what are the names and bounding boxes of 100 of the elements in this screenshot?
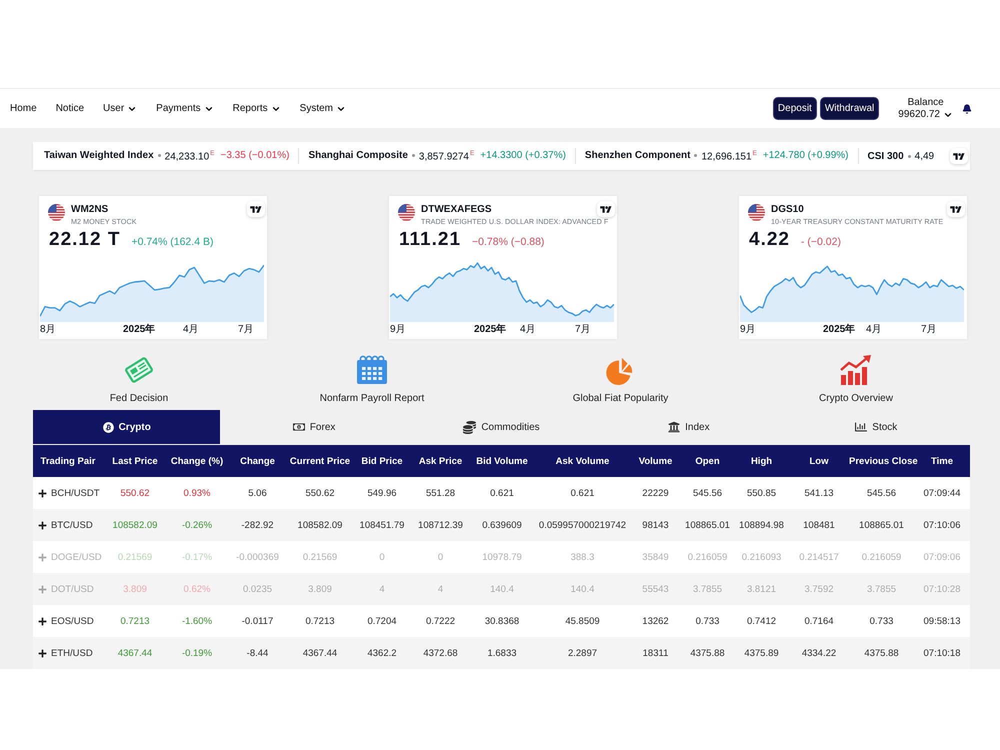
balance-dropdown[interactable]: 99620.72 xyxy=(898,109,953,120)
table-cell: 3.7855 xyxy=(849,573,914,605)
logo-icon[interactable] xyxy=(947,201,965,217)
pair-name[interactable]: ETH/USD xyxy=(51,648,93,658)
plus-icon[interactable] xyxy=(38,520,47,530)
index-change: +124.780 (+0.99%) xyxy=(762,150,849,162)
market-tab[interactable]: Stock xyxy=(782,410,970,444)
axis-label: 7月 xyxy=(238,324,254,336)
banknote-icon xyxy=(292,421,305,433)
nav-link[interactable]: System xyxy=(300,103,346,114)
axis-label: 8月 xyxy=(40,324,56,336)
table-cell: 0.7222 xyxy=(412,605,469,637)
plus-icon[interactable] xyxy=(38,648,47,658)
table-cell: -1.60% xyxy=(167,605,227,637)
index-change: −3.35 (−0.01%) xyxy=(220,150,290,162)
table-cell: 0.621 xyxy=(469,477,535,509)
index-name[interactable]: Shenzhen Component xyxy=(584,150,690,162)
table-cell: 07:10:28 xyxy=(914,573,970,605)
table-cell: -0.0117 xyxy=(227,605,288,637)
nav-link[interactable]: User xyxy=(103,103,138,114)
table-cell: 4375.88 xyxy=(849,637,914,669)
table-cell: 2.2897 xyxy=(535,637,630,669)
table-cell: 388.3 xyxy=(535,541,630,573)
dot-icon xyxy=(412,154,415,158)
index-name[interactable]: Shanghai Composite xyxy=(308,150,408,162)
logo-icon[interactable] xyxy=(950,148,968,164)
table-cell: 4 xyxy=(412,573,469,605)
column-header: Last Price xyxy=(103,445,167,477)
table-cell: 22229 xyxy=(630,477,681,509)
table-cell: 0.621 xyxy=(535,477,630,509)
shortcut-link[interactable]: Global Fiat Popularity xyxy=(572,355,668,404)
table-cell: 108582.09 xyxy=(288,509,352,541)
table-cell: 10978.79 xyxy=(469,541,535,573)
axis-label: 4月 xyxy=(183,324,199,336)
table-cell: 1.6833 xyxy=(469,637,535,669)
shortcut-link[interactable]: Crypto Overview xyxy=(819,355,893,404)
table-cell: -282.92 xyxy=(227,509,288,541)
logo-icon[interactable] xyxy=(597,201,615,217)
table-cell: 09:58:13 xyxy=(914,605,970,637)
table-cell: 0.7213 xyxy=(103,605,167,637)
table-cell: 0.216093 xyxy=(734,541,789,573)
index-change: +14.3300 (+0.37%) xyxy=(480,150,566,162)
table-cell: 140.4 xyxy=(469,573,535,605)
table-cell: 108712.39 xyxy=(412,509,469,541)
axis-label: 2025年 xyxy=(823,324,856,336)
nav-link[interactable]: Home xyxy=(10,103,37,114)
bar-chart-icon xyxy=(855,421,868,433)
table-cell: 545.56 xyxy=(849,477,914,509)
shortcut-link[interactable]: Nonfarm Payroll Report xyxy=(320,355,424,404)
nav-link[interactable]: Reports xyxy=(232,103,281,114)
index-price: 4,49 xyxy=(914,150,934,162)
table-cell: 108451.79 xyxy=(352,509,412,541)
table-cell: 4334.22 xyxy=(789,637,849,669)
table-cell: -0.19% xyxy=(167,637,227,669)
table-cell: 541.13 xyxy=(789,477,849,509)
table-cell: 4367.44 xyxy=(103,637,167,669)
column-header: Change xyxy=(227,445,288,477)
plus-icon[interactable] xyxy=(38,616,47,626)
table-cell: 108894.98 xyxy=(734,509,789,541)
pair-name[interactable]: BCH/USDT xyxy=(51,488,100,498)
table-cell: 0 xyxy=(352,541,412,573)
table-cell: 0.21569 xyxy=(288,541,352,573)
table-cell: 30.8368 xyxy=(469,605,535,637)
plus-icon[interactable] xyxy=(38,488,47,498)
table-cell: 18311 xyxy=(630,637,681,669)
action-button[interactable]: Deposit xyxy=(772,97,817,120)
shortcut-link[interactable]: Fed Decision xyxy=(110,355,168,404)
axis-label: 7月 xyxy=(921,324,937,336)
table-cell: 5.06 xyxy=(227,477,288,509)
dot-icon xyxy=(908,154,911,158)
table-cell: 549.96 xyxy=(352,477,412,509)
table-cell: 3.7855 xyxy=(681,573,734,605)
table-cell: 0.21569 xyxy=(103,541,167,573)
index-name[interactable]: Taiwan Weighted Index xyxy=(44,150,154,162)
symbol-name: WM2NS xyxy=(71,204,108,216)
table-cell: 4367.44 xyxy=(288,637,352,669)
axis-label: 7月 xyxy=(575,324,591,336)
logo-icon[interactable] xyxy=(247,201,265,217)
table-cell: 07:09:06 xyxy=(914,541,970,573)
nav-link[interactable]: Notice xyxy=(56,103,84,114)
pair-name[interactable]: BTC/USD xyxy=(51,520,93,530)
table-cell: 4 xyxy=(352,573,412,605)
market-tab[interactable]: Commodities xyxy=(408,410,596,444)
action-button[interactable]: Withdrawal xyxy=(820,97,880,120)
price-value: 22.12 T xyxy=(49,229,120,251)
bell-icon[interactable] xyxy=(962,104,972,114)
nav-link[interactable]: Payments xyxy=(156,103,214,114)
column-header: Bid Volume xyxy=(469,445,535,477)
market-tab[interactable]: Crypto xyxy=(33,410,220,444)
market-tab[interactable]: Index xyxy=(595,410,783,444)
axis-label: 2025年 xyxy=(123,324,156,336)
index-name[interactable]: CSI 300 xyxy=(868,150,904,162)
market-tab[interactable]: Forex xyxy=(220,410,408,444)
pair-name[interactable]: EOS/USD xyxy=(51,616,94,626)
index-price: 3,857.9274$^{E}$ xyxy=(418,150,474,162)
table-cell: 0.733 xyxy=(681,605,734,637)
table-cell: 0.93% xyxy=(167,477,227,509)
table-cell: -0.26% xyxy=(167,509,227,541)
table-cell: 0.059957000219742 xyxy=(535,509,630,541)
table-cell: 140.4 xyxy=(535,573,630,605)
